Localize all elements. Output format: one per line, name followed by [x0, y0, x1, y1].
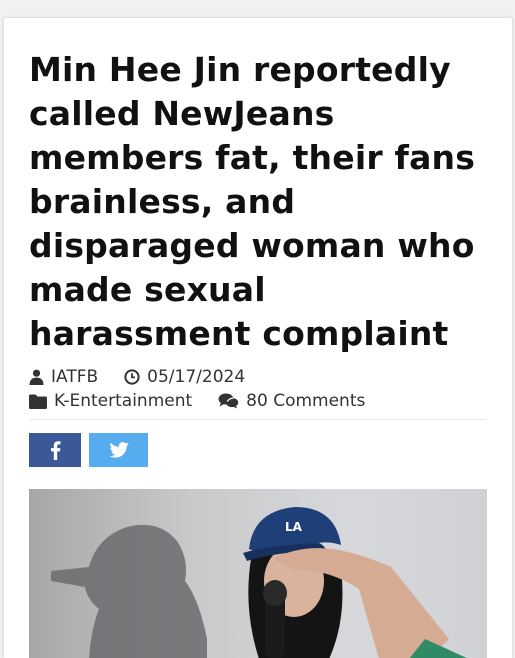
- facebook-share-button[interactable]: [29, 433, 81, 467]
- article-title: Min Hee Jin reportedly called NewJeans m…: [29, 50, 476, 353]
- facebook-icon: [50, 440, 60, 460]
- article-meta-row-2: K-Entertainment 80 Comments: [29, 391, 365, 411]
- comments-link[interactable]: 80 Comments: [246, 391, 365, 411]
- article-card: Min Hee Jin reportedly called NewJeans m…: [4, 18, 512, 658]
- twitter-icon: [108, 442, 129, 458]
- svg-text:LA: LA: [285, 520, 303, 534]
- date-meta: 05/17/2024: [124, 367, 245, 387]
- meta-divider: [29, 419, 486, 420]
- author-name[interactable]: IATFB: [51, 367, 98, 387]
- author-meta[interactable]: IATFB: [29, 367, 98, 387]
- comments-meta[interactable]: 80 Comments: [218, 391, 365, 411]
- category-meta[interactable]: K-Entertainment: [29, 391, 192, 411]
- comments-icon: [218, 393, 239, 409]
- user-icon: [29, 369, 44, 385]
- folder-icon: [29, 394, 47, 409]
- article-meta-row-1: IATFB 05/17/2024: [29, 367, 245, 387]
- article-featured-image: LA: [29, 489, 487, 658]
- article-photo: LA: [29, 489, 487, 658]
- clock-icon: [124, 369, 140, 385]
- category-link[interactable]: K-Entertainment: [54, 391, 192, 411]
- twitter-share-button[interactable]: [89, 433, 148, 467]
- post-date: 05/17/2024: [147, 367, 246, 387]
